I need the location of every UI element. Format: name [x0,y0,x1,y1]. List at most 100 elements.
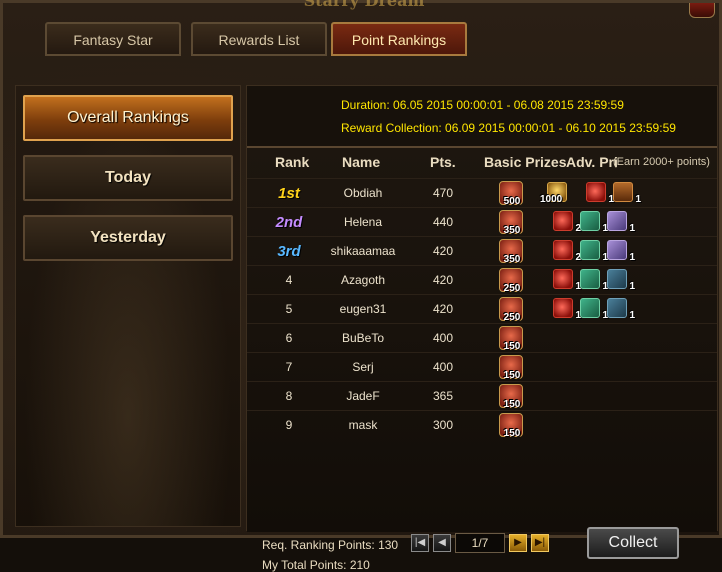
adv-prize-icon[interactable]: 1 [580,240,608,263]
basic-prize-amount: 500 [503,196,521,207]
row-points: 300 [432,418,454,432]
row-name: mask [348,418,378,432]
next-page-button[interactable]: ▶ [509,534,527,552]
row-points: 365 [432,389,454,403]
adv-prize-icon[interactable]: 1 [607,240,635,263]
row-rank: 2nd [275,214,303,231]
close-icon[interactable] [689,3,715,18]
collect-button[interactable]: Collect [587,527,679,559]
adv-prize-icon[interactable]: 2 [553,211,581,234]
ranking-type-sidebar: Overall Rankings Today Yesterday [15,85,241,527]
row-points: 420 [432,273,454,287]
tab-point-rankings[interactable]: Point Rankings [331,22,467,56]
row-name: Azagoth [340,273,386,287]
adv-prize-icon[interactable]: 1 [607,269,635,292]
adv-prize-icon[interactable]: 1 [586,182,614,205]
row-rank: 8 [285,389,293,403]
table-row: 2nd Helena 440 350 2 1 1 [247,207,717,237]
basic-prize-amount: 150 [503,370,521,381]
row-points: 420 [432,302,454,316]
row-name: eugen31 [339,302,387,316]
basic-prize-icon[interactable]: 250 [499,268,523,294]
adv-prize-icon[interactable]: 1000 [540,182,567,205]
row-rank: 6 [285,331,293,345]
basic-prize-amount: 150 [503,341,521,352]
req-ranking-points: Req. Ranking Points: 130 [262,538,399,552]
earn-requirement-note: (Earn 2000+ points) [613,156,710,168]
basic-prize-amount: 250 [503,283,521,294]
header-pts: Pts. [430,154,456,170]
tab-fantasy-star[interactable]: Fantasy Star [45,22,181,56]
basic-prize-icon[interactable]: 250 [499,297,523,323]
adv-prize-icon[interactable]: 2 [553,240,581,263]
prev-page-button[interactable]: ◀ [433,534,451,552]
adv-prize-icon[interactable]: 1 [613,182,641,205]
tab-rewards-list[interactable]: Rewards List [191,22,327,56]
row-name: shikaaamaa [330,244,396,258]
yesterday-button[interactable]: Yesterday [23,215,233,261]
basic-prize-amount: 350 [503,254,521,265]
reward-collection-text: Reward Collection: 06.09 2015 00:00:01 -… [341,121,676,135]
page-indicator: 1/7 [455,533,505,553]
row-name: BuBeTo [341,331,385,345]
adv-prize-icon[interactable]: 1 [553,298,581,321]
basic-prize-amount: 150 [503,428,521,439]
today-button[interactable]: Today [23,155,233,201]
last-page-button[interactable]: ▶| [531,534,549,552]
row-rank: 7 [285,360,293,374]
adv-prize-icon[interactable]: 1 [580,298,608,321]
basic-prize-icon[interactable]: 150 [499,355,523,381]
adv-prize-count: 1 [635,194,641,205]
basic-prize-amount: 150 [503,399,521,410]
row-rank: 4 [285,273,293,287]
row-name: Serj [352,360,374,374]
my-total-points: My Total Points: 210 [262,558,370,572]
adv-prize-icon[interactable]: 1 [580,269,608,292]
basic-prize-icon[interactable]: 150 [499,326,523,352]
adv-prize-count: 1 [629,223,635,234]
row-rank: 3rd [277,243,301,260]
adv-prize-count: 1 [629,281,635,292]
basic-prize-icon[interactable]: 350 [499,239,523,265]
row-points: 420 [432,244,454,258]
row-rank: 9 [285,418,293,432]
row-rank: 5 [285,302,293,316]
adv-prize-count: 1 [629,310,635,321]
row-points: 470 [432,186,454,200]
adv-prize-icon[interactable]: 1 [607,211,635,234]
header-name: Name [342,154,381,170]
table-row: 3rd shikaaamaa 420 350 2 1 1 [247,236,717,266]
table-row: 5 eugen31 420 250 1 1 1 [247,294,717,324]
basic-prize-amount: 250 [503,312,521,323]
basic-prize-icon[interactable]: 150 [499,413,523,439]
adv-prize-icon[interactable]: 1 [553,269,581,292]
row-rank: 1st [278,185,300,202]
row-points: 400 [432,360,454,374]
adv-prize-icon[interactable]: 1 [607,298,635,321]
first-page-button[interactable]: |◀ [411,534,429,552]
table-row: 6 BuBeTo 400 150 [247,323,717,353]
adv-prize-icon[interactable]: 1 [580,211,608,234]
table-row: 7 Serj 400 150 [247,352,717,382]
header-basic-prizes: Basic Prizes [484,154,567,170]
adv-prize-count: 1000 [540,194,563,205]
basic-prize-icon[interactable]: 350 [499,210,523,236]
row-points: 400 [432,331,454,345]
header-adv-prizes: Adv. Pri [566,154,618,170]
row-points: 440 [432,215,454,229]
row-name: Obdiah [343,186,383,200]
event-window: Starry Dream Fantasy Star Rewards List P… [0,0,722,572]
adv-prize-count: 1 [629,252,635,263]
basic-prize-icon[interactable]: 500 [499,181,523,207]
table-row: 4 Azagoth 420 250 1 1 1 [247,265,717,295]
overall-rankings-button[interactable]: Overall Rankings [23,95,233,141]
rankings-panel: Duration: 06.05 2015 00:00:01 - 06.08 20… [246,85,718,572]
table-row: 8 JadeF 365 150 [247,381,717,411]
header-rank: Rank [275,154,310,170]
row-name: JadeF [346,389,380,403]
basic-prize-icon[interactable]: 150 [499,384,523,410]
duration-text: Duration: 06.05 2015 00:00:01 - 06.08 20… [341,98,624,112]
table-row: 9 mask 300 150 [247,410,717,440]
basic-prize-amount: 350 [503,225,521,236]
window-title: Starry Dream [303,0,425,10]
